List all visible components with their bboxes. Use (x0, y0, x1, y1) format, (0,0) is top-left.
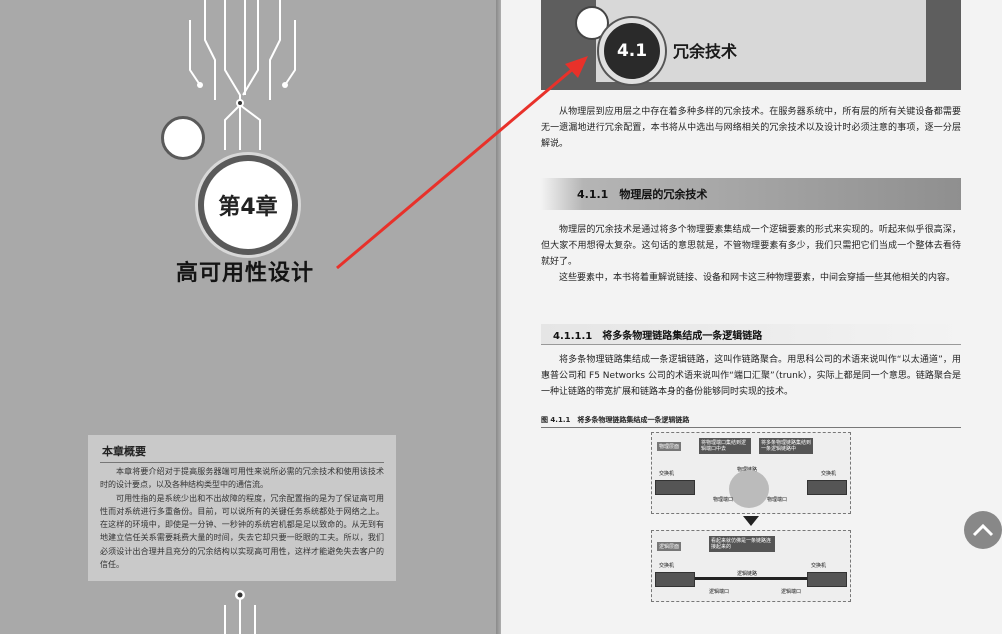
intro-text: 从物理层到应用层之中存在着多种多样的冗余技术。在服务器系统中，所有层的所有关键设… (541, 107, 961, 149)
link-aggregation-paragraph: 将多条物理链路集结成一条逻辑链路，这叫作链路聚合。用思科公司的术语来说叫作“以太… (541, 352, 961, 400)
diagram-note: 看起来就仿佛是一条链路连接起来的 (709, 536, 775, 552)
subsection-title: 4.1.1 物理层的冗余技术 (577, 188, 708, 201)
switch-label: 交换机 (811, 563, 827, 569)
chapter-badge-text: 第4章 (218, 195, 278, 220)
diagram-note: 将多条物理链路集结到一条逻辑链路中 (759, 438, 813, 454)
section-number-badge: 4.1 (599, 18, 665, 84)
switch-label: 交换机 (659, 563, 675, 569)
chapter-badge: 第4章 (198, 155, 298, 255)
section-title: 冗余技术 (673, 42, 738, 61)
physical-layer-tag: 物理层面 (657, 442, 682, 451)
link-group-ellipse (729, 470, 769, 508)
subsubsection-heading: 4.1.1.1 将多条物理链路集结成一条逻辑链路 (541, 324, 961, 345)
body-paragraph: 物理层的冗余技术是通过将多个物理要素集结成一个逻辑要素的形式来实现的。听起来似乎… (541, 225, 961, 267)
switch-label: 交换机 (659, 471, 675, 477)
section-number: 4.1 (616, 41, 648, 61)
switch-device (655, 480, 695, 495)
physical-port-label: 物理端口 (713, 497, 734, 503)
right-page: 4.1 冗余技术 从物理层到应用层之中存在着多种多样的冗余技术。在服务器系统中，… (501, 0, 1002, 634)
link-aggregation-text: 将多条物理链路集结成一条逻辑链路，这叫作链路聚合。用思科公司的术语来说叫作“以太… (541, 355, 961, 397)
logical-link-label: 逻辑链路 (737, 571, 758, 577)
logical-port-label: 逻辑端口 (781, 589, 802, 595)
physical-port-label: 物理端口 (767, 497, 788, 503)
chevron-up-icon (972, 523, 994, 537)
subsubsection-title: 4.1.1.1 将多条物理链路集结成一条逻辑链路 (553, 331, 763, 342)
down-arrow-icon (743, 516, 759, 526)
logical-link-line (695, 577, 807, 580)
subsection-body: 物理层的冗余技术是通过将多个物理要素集结成一个逻辑要素的形式来实现的。听起来似乎… (541, 222, 961, 286)
link-aggregation-diagram: 物理层面 将物理端口集结到逻辑端口中去 将多条物理链路集结到一条逻辑链路中 交换… (651, 432, 851, 602)
intro-paragraph: 从物理层到应用层之中存在着多种多样的冗余技术。在服务器系统中，所有层的所有关键设… (541, 104, 961, 152)
summary-paragraph: 本章将要介绍对于提高服务器端可用性来说所必需的冗余技术和使用该技术时的设计要点，… (100, 467, 384, 490)
logical-port-label: 逻辑端口 (709, 589, 730, 595)
summary-divider (100, 462, 384, 463)
chapter-title: 高可用性设计 (175, 261, 314, 286)
summary-body: 本章将要介绍对于提高服务器端可用性来说所必需的冗余技术和使用该技术时的设计要点，… (100, 465, 384, 571)
figure-caption: 图 4.1.1 将多条物理链路集结成一条逻辑链路 (541, 415, 961, 428)
switch-device (807, 572, 847, 587)
switch-device (655, 572, 695, 587)
body-paragraph: 这些要素中，本书将着重解说链接、设备和网卡这三种物理要素，中间会穿插一些其他相关… (559, 273, 956, 283)
subsection-banner: 4.1.1 物理层的冗余技术 (541, 178, 961, 210)
scroll-to-top-button[interactable] (964, 511, 1002, 549)
chapter-summary: 本章概要 本章将要介绍对于提高服务器端可用性来说所必需的冗余技术和使用该技术时的… (88, 435, 396, 581)
switch-device (807, 480, 847, 495)
logical-layer-tag: 逻辑层面 (657, 542, 682, 551)
router-icon (161, 116, 205, 160)
left-page: 第4章 高可用性设计 本章概要 本章将要介绍对于提高服务器端可用性来说所必需的冗… (0, 0, 500, 634)
summary-heading: 本章概要 (102, 445, 146, 458)
summary-paragraph: 可用性指的是系统少出和不出故障的程度，冗余配置指的是为了保证高可用性而对系统进行… (100, 493, 384, 570)
diagram-note: 将物理端口集结到逻辑端口中去 (699, 438, 751, 454)
switch-label: 交换机 (821, 471, 837, 477)
